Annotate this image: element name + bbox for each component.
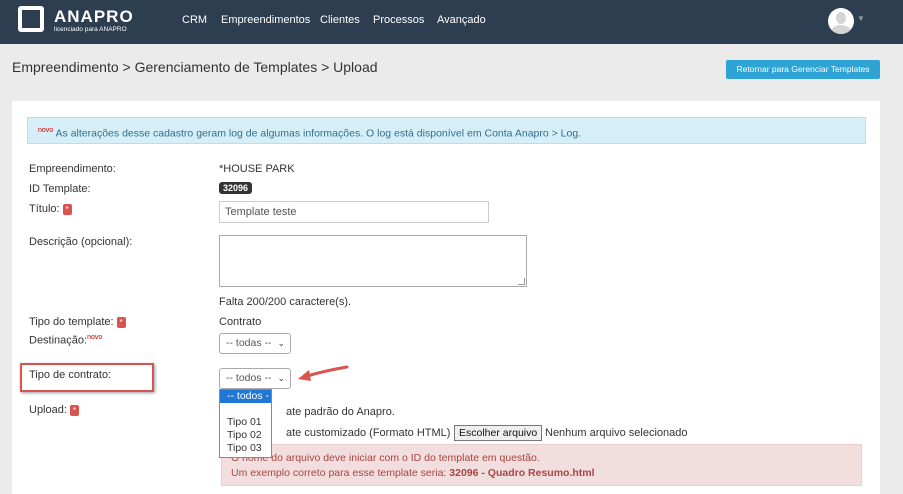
upload-option-custom[interactable]: ate customizado (Formato HTML): [286, 427, 450, 439]
breadcrumb: Empreendimento > Gerenciamento de Templa…: [12, 59, 378, 75]
anapro-logo-icon[interactable]: [18, 6, 44, 32]
brand-subtitle: licenciado para ANAPRO: [54, 26, 127, 33]
upload-label: Upload: *: [29, 404, 79, 416]
novo-badge: novo: [87, 334, 103, 341]
tipo-template-value: Contrato: [219, 316, 262, 328]
titulo-input[interactable]: Template teste: [219, 201, 489, 223]
dropdown-option[interactable]: Tipo 01: [220, 416, 271, 429]
empreendimento-label: Empreendimento:: [29, 163, 116, 175]
top-navbar: ANAPRO licenciado para ANAPRO CRM Empree…: [0, 0, 903, 44]
chevron-down-icon: ⌄: [277, 338, 285, 348]
descricao-label: Descrição (opcional):: [29, 236, 133, 248]
destinacao-label: Destinação:novo: [29, 334, 103, 347]
dropdown-option[interactable]: Tipo 02: [220, 429, 271, 442]
dropdown-option[interactable]: Tipo 03: [220, 442, 271, 455]
resize-handle-icon[interactable]: [518, 278, 525, 285]
id-template-badge: 32096: [219, 182, 253, 194]
chevron-down-icon: ⌄: [277, 373, 285, 383]
tipo-template-label: Tipo do template: *: [29, 316, 126, 328]
tipo-contrato-label: Tipo de contrato:: [29, 369, 112, 381]
alert-line-1: O nome do arquivo deve iniciar com o ID …: [231, 452, 540, 464]
dropdown-option[interactable]: -- todos --: [220, 390, 271, 415]
nav-item-empreendimentos[interactable]: Empreendimentos: [221, 14, 310, 26]
required-icon: *: [116, 316, 126, 328]
nav-item-avancado[interactable]: Avançado: [437, 14, 486, 26]
return-to-templates-button[interactable]: Retornar para Gerenciar Templates: [726, 60, 880, 79]
example-filename: 32096 - Quadro Resumo.html: [449, 467, 595, 479]
titulo-label: Título: *: [29, 203, 72, 215]
upload-option-default[interactable]: ate padrão do Anapro.: [286, 406, 395, 418]
choose-file-button[interactable]: Escolher arquivo: [454, 425, 543, 441]
alert-line-2: Um exemplo correto para esse template se…: [231, 467, 595, 479]
filename-alert: O nome do arquivo deve iniciar com o ID …: [221, 444, 862, 486]
info-alert: novo As alterações desse cadastro geram …: [27, 117, 866, 144]
empreendimento-value: *HOUSE PARK: [219, 163, 295, 175]
nav-item-processos[interactable]: Processos: [373, 14, 424, 26]
file-status: Nenhum arquivo selecionado: [545, 427, 688, 439]
required-icon: *: [62, 203, 72, 215]
brand-name[interactable]: ANAPRO: [54, 7, 134, 27]
info-alert-text: As alterações desse cadastro geram log d…: [55, 127, 582, 140]
novo-badge: novo: [38, 127, 54, 134]
nav-item-clientes[interactable]: Clientes: [320, 14, 360, 26]
tipo-contrato-select[interactable]: -- todos -- ⌄: [219, 368, 291, 389]
id-template-label: ID Template:: [29, 183, 91, 195]
char-count: Falta 200/200 caractere(s).: [219, 296, 352, 308]
nav-item-crm[interactable]: CRM: [182, 14, 207, 26]
chevron-down-icon[interactable]: ▼: [857, 14, 865, 23]
user-avatar[interactable]: [828, 8, 854, 34]
descricao-textarea[interactable]: [219, 235, 527, 287]
annotation-arrow-icon: [298, 365, 349, 381]
required-icon: *: [69, 404, 79, 416]
destinacao-select[interactable]: -- todas -- ⌄: [219, 333, 291, 354]
tipo-contrato-dropdown: -- todos -- Tipo 01 Tipo 02 Tipo 03: [219, 389, 272, 458]
